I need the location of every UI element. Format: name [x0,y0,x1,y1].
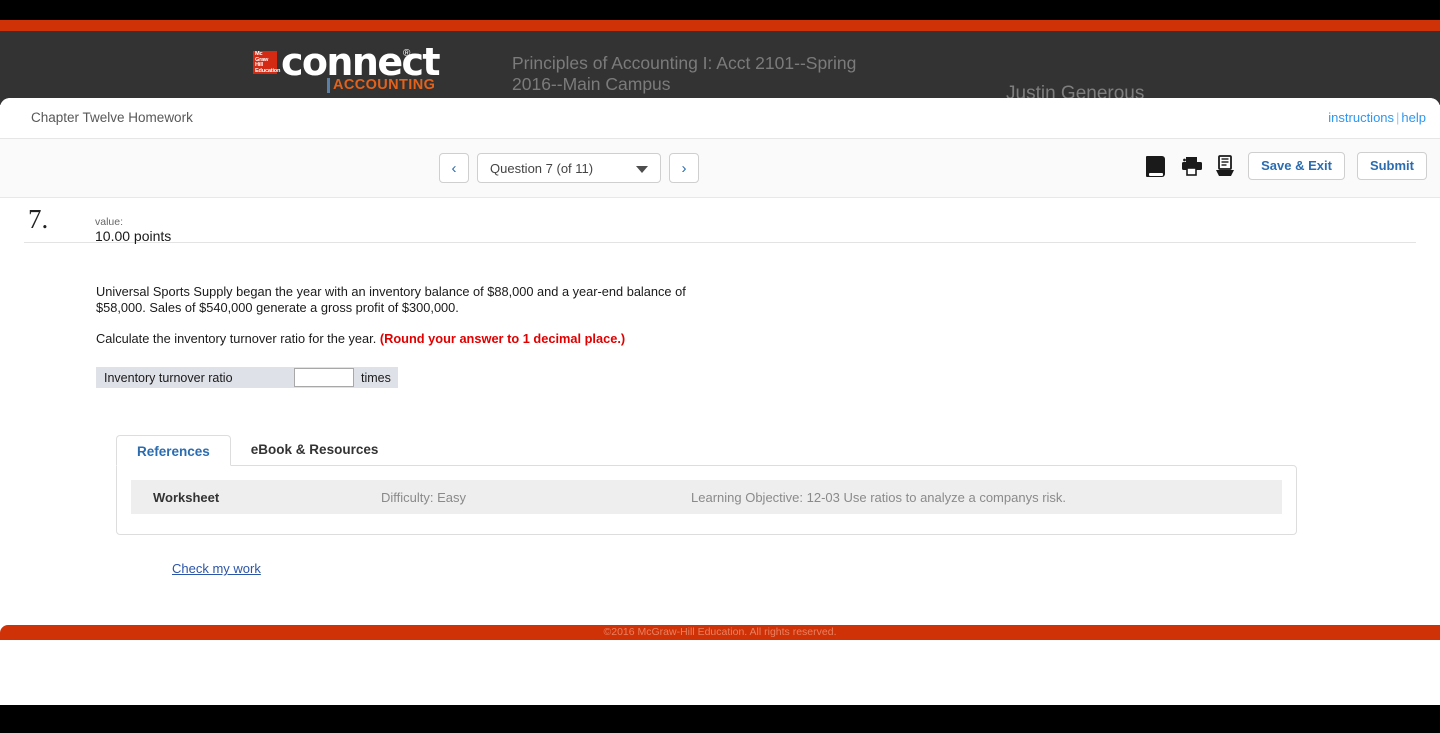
tab-strip: References eBook & Resources [116,433,1306,466]
tab-ebook-resources[interactable]: eBook & Resources [231,434,399,465]
answer-unit-label: times [361,370,391,385]
link-separator: | [1396,110,1400,125]
answer-row: Inventory turnover ratio times [96,367,398,388]
question-paragraph-2: Calculate the inventory turnover ratio f… [96,331,1306,346]
learning-objective-label: Learning Objective: 12-03 Use ratios to … [691,489,1067,505]
question-selector-dropdown[interactable]: Question 7 (of 11) [477,153,661,183]
assignment-bar: Chapter Twelve Homework instructions | hel… [0,98,1440,139]
question-navigation: ‹ Question 7 (of 11) › [439,153,699,183]
help-link[interactable]: help [1401,110,1426,125]
reference-row: Worksheet Difficulty: Easy Learning Obje… [131,480,1282,514]
ebook-icon[interactable] [1146,154,1168,178]
browser-bottom-black-bar [0,705,1440,733]
footer-copyright-bar: ©2016 McGraw-Hill Education. All rights … [0,625,1440,640]
question-value-label: value: [95,216,124,228]
references-panel: Worksheet Difficulty: Easy Learning Obje… [116,465,1297,535]
question-body: Universal Sports Supply began the year w… [96,284,1306,576]
inventory-turnover-ratio-input[interactable] [294,368,354,387]
print-tray-icon[interactable] [1214,154,1236,178]
chevron-right-icon: › [681,159,687,177]
question-paragraph-1: Universal Sports Supply began the year w… [96,284,686,315]
help-links: instructions | help [1328,110,1426,125]
rounding-instruction: (Round your answer to 1 decimal place.) [379,331,626,346]
mcgraw-hill-badge-icon: Mc Graw Hill Education [253,51,281,75]
tab-references[interactable]: References [116,435,231,466]
previous-question-button[interactable]: ‹ [439,153,469,183]
chevron-left-icon: ‹ [451,159,457,177]
save-and-exit-button[interactable]: Save & Exit [1248,152,1345,180]
printer-icon[interactable] [1180,154,1203,178]
connect-logo[interactable]: Mc Graw Hill Education connect ® ACCOUNTING [253,40,443,93]
registered-trademark-icon: ® [403,48,411,59]
question-prompt: Calculate the inventory turnover ratio f… [96,331,377,346]
brand-accent-stripe [0,20,1440,31]
question-number: 7. [28,204,49,234]
question-value-points: 10.00 points [95,228,172,244]
discipline-label: ACCOUNTING [326,77,436,93]
references-tabs-section: References eBook & Resources Worksheet D… [116,433,1306,535]
difficulty-label: Difficulty: Easy [381,489,467,505]
check-my-work: Check my work [172,561,1306,576]
browser-top-black-bar [0,0,1440,20]
chevron-down-icon [636,166,648,173]
question-meta: 7. value: 10.00 points [24,198,1416,244]
submit-button[interactable]: Submit [1356,152,1427,180]
assignment-page-card: Chapter Twelve Homework instructions | hel… [0,98,1440,625]
assignment-title: Chapter Twelve Homework [31,110,193,125]
course-title: Principles of Accounting I: Acct 2101--S… [512,53,857,94]
next-question-button[interactable]: › [669,153,699,183]
instructions-link[interactable]: instructions [1328,110,1394,125]
check-my-work-link[interactable]: Check my work [172,561,261,576]
question-selector-label: Question 7 (of 11) [490,161,594,176]
toolbar-actions: Save & Exit Submit [1146,152,1427,180]
answer-label: Inventory turnover ratio [104,370,233,385]
app-header: Mc Graw Hill Education connect ® ACCOUNTING… [0,31,1440,105]
question-toolbar: ‹ Question 7 (of 11) › Save & Exit Submi… [0,139,1440,198]
page-bottom-whitespace [0,640,1440,705]
worksheet-label: Worksheet [153,489,220,505]
